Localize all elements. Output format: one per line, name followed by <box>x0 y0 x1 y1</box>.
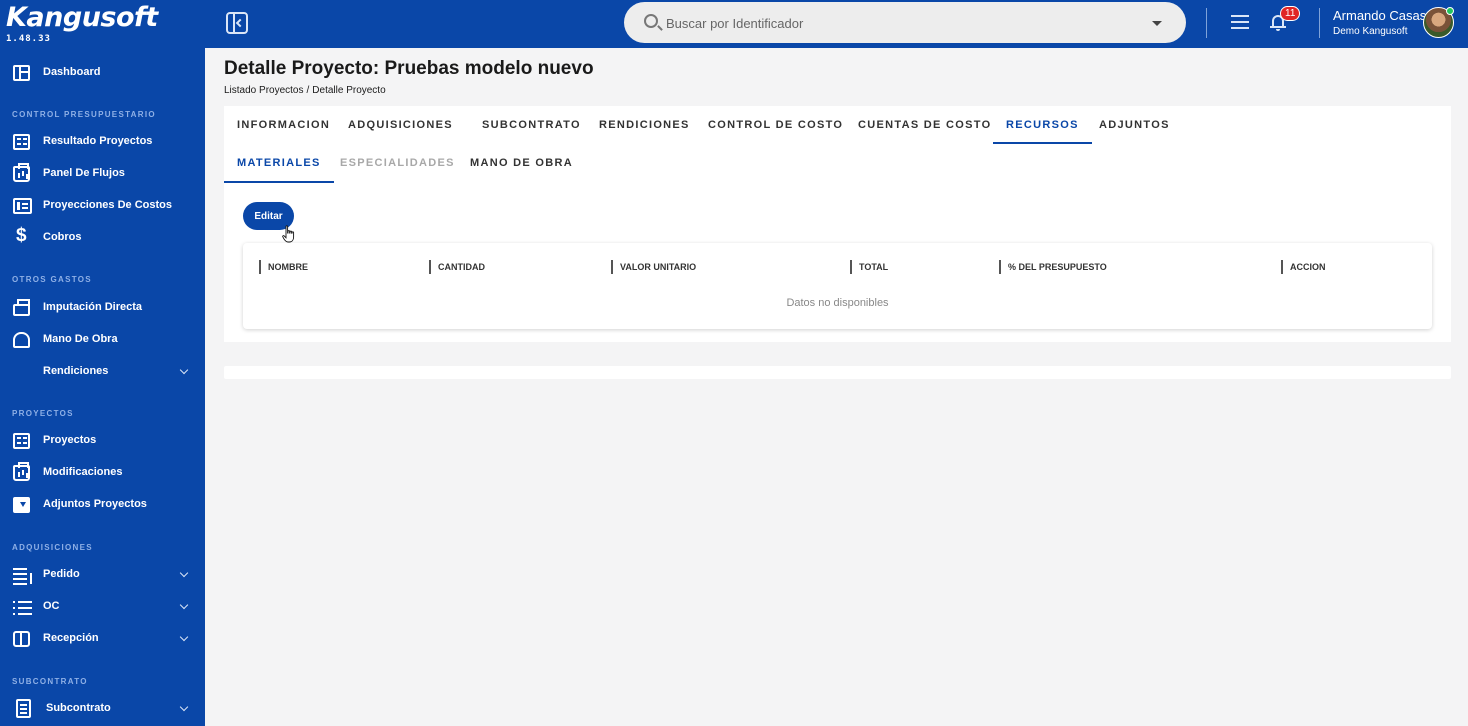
sidebar-section-title: PROYECTOS <box>12 409 74 418</box>
divider <box>1206 8 1207 38</box>
calculator-icon <box>13 433 30 449</box>
page-title: Detalle Proyecto: Pruebas modelo nuevo <box>224 58 594 79</box>
sidebar-item-resultado-proyectos[interactable]: Resultado Proyectos <box>0 128 205 156</box>
document-icon <box>16 699 31 718</box>
sidebar-item-imputacion-directa[interactable]: Imputación Directa <box>0 294 205 322</box>
sidebar-item-rendiciones[interactable]: Rendiciones <box>0 358 1451 386</box>
sidebar-item-label: Subcontrato <box>46 702 111 714</box>
tab-adquisiciones[interactable]: ADQUISICIONES <box>335 106 466 144</box>
archive-download-icon <box>13 497 30 513</box>
dashboard-icon <box>13 65 30 81</box>
hand-cursor-icon <box>282 225 295 243</box>
sidebar-item-label: Panel De Flujos <box>43 167 125 179</box>
project-detail-card: INFORMACION ADQUISICIONES SUBCONTRATO RE… <box>224 106 1451 342</box>
sidebar-item-label: Rendiciones <box>43 365 109 377</box>
sidebar-item-oc[interactable]: OC <box>0 593 205 621</box>
column-header[interactable]: % DEL PRESUPUESTO <box>999 260 1107 274</box>
projection-icon <box>13 198 32 214</box>
app-version: 1.48.33 <box>6 34 51 44</box>
sidebar-item-label: Dashboard <box>43 66 101 78</box>
sidebar-item-recepcion[interactable]: Recepción <box>0 625 205 653</box>
divider <box>1319 8 1320 38</box>
worker-icon <box>13 332 30 348</box>
sidebar-item-label: OC <box>43 600 60 612</box>
sidebar-item-pedido[interactable]: Pedido <box>0 561 205 589</box>
sidebar-item-label: Proyectos <box>43 434 97 446</box>
search-bar[interactable] <box>624 2 1186 43</box>
chevron-down-icon <box>179 632 189 642</box>
sidebar: Dashboard CONTROL PRESUPUESTARIO Resulta… <box>0 48 1451 726</box>
subtab-mano-obra[interactable]: MANO DE OBRA <box>457 144 586 183</box>
sidebar-item-subcontrato[interactable]: Subcontrato <box>0 695 205 723</box>
column-header[interactable]: NOMBRE <box>259 260 308 274</box>
chevron-down-icon <box>179 600 189 610</box>
tab-subcontrato[interactable]: SUBCONTRATO <box>469 106 594 144</box>
sidebar-item-label: Recepción <box>43 632 99 644</box>
sidebar-item-label: Mano De Obra <box>43 333 118 345</box>
clipboard-chart-icon <box>13 462 30 481</box>
top-bar: Kangusoft 1.48.33 11 Armando Casas Demo … <box>0 0 1468 48</box>
app-logo[interactable]: Kangusoft <box>6 2 158 33</box>
sidebar-section-title: CONTROL PRESUPUESTARIO <box>12 110 156 119</box>
sidebar-item-cobros[interactable]: $ Cobros <box>0 224 205 252</box>
tab-adjuntos[interactable]: ADJUNTOS <box>1086 106 1183 144</box>
empty-state-message: Datos no disponibles <box>786 297 889 309</box>
sidebar-item-proyectos[interactable]: Proyectos <box>0 427 205 455</box>
list-icon <box>13 567 32 584</box>
sidebar-item-label: Imputación Directa <box>43 301 143 313</box>
search-input[interactable] <box>666 12 1146 34</box>
user-name[interactable]: Armando Casas <box>1333 8 1426 23</box>
caret-down-icon[interactable] <box>1152 21 1162 26</box>
sidebar-item-label: Pedido <box>43 568 80 580</box>
sidebar-item-label: Modificaciones <box>43 466 123 478</box>
sidebar-section-title: SUBCONTRATO <box>12 677 88 686</box>
column-header[interactable]: ACCION <box>1281 260 1326 274</box>
breadcrumb-link[interactable]: Listado Proyectos <box>224 85 304 96</box>
chevron-down-icon <box>179 702 189 712</box>
breadcrumb-separator: / <box>306 85 310 96</box>
column-header[interactable]: TOTAL <box>850 260 888 274</box>
tab-control-costo[interactable]: CONTROL DE COSTO <box>695 106 856 144</box>
chevron-down-icon <box>179 365 189 375</box>
user-company: Demo Kangusoft <box>1333 26 1408 37</box>
breadcrumb-current: Detalle Proyecto <box>312 85 386 96</box>
sidebar-item-label: Proyecciones De Costos <box>43 199 172 211</box>
notification-badge: 11 <box>1280 6 1301 21</box>
dollar-icon: $ <box>16 225 27 246</box>
calculator-icon <box>13 134 30 150</box>
breadcrumb: Listado Proyectos / Detalle Proyecto <box>224 85 386 96</box>
sidebar-item-label: Cobros <box>43 231 82 243</box>
cash-register-icon <box>13 299 30 316</box>
online-status-dot <box>1446 7 1454 15</box>
sidebar-item-label: Adjuntos Proyectos <box>43 498 147 510</box>
package-icon <box>13 631 30 647</box>
tab-rendiciones[interactable]: RENDICIONES <box>586 106 703 144</box>
tab-informacion[interactable]: INFORMACION <box>224 106 343 144</box>
subtab-especialidades: ESPECIALIDADES <box>340 157 455 169</box>
clipboard-chart-icon <box>13 163 30 182</box>
materials-table: NOMBRE CANTIDAD VALOR UNITARIO TOTAL % D… <box>243 243 1432 329</box>
sidebar-section-title: ADQUISICIONES <box>12 543 93 552</box>
sidebar-item-dashboard[interactable]: Dashboard <box>0 59 205 87</box>
credit-card-icon <box>224 366 1451 379</box>
sidebar-toggle-icon[interactable] <box>226 12 248 34</box>
sidebar-item-mano-obra[interactable]: Mano De Obra <box>0 326 205 354</box>
column-header[interactable]: CANTIDAD <box>429 260 485 274</box>
sidebar-section-title: OTROS GASTOS <box>12 275 92 284</box>
column-header[interactable]: VALOR UNITARIO <box>611 260 696 274</box>
sidebar-item-modificaciones[interactable]: Modificaciones <box>0 459 205 487</box>
tab-cuentas-costo[interactable]: CUENTAS DE COSTO <box>845 106 1004 144</box>
checklist-icon <box>13 599 32 615</box>
sidebar-item-adjuntos-proyectos[interactable]: Adjuntos Proyectos <box>0 491 205 519</box>
tab-recursos[interactable]: RECURSOS <box>993 106 1092 144</box>
sidebar-item-label: Resultado Proyectos <box>43 135 153 147</box>
menu-icon[interactable] <box>1231 15 1249 30</box>
chevron-down-icon <box>179 568 189 578</box>
search-icon <box>644 14 658 28</box>
sidebar-item-panel-flujos[interactable]: Panel De Flujos <box>0 160 205 188</box>
sidebar-item-proyecciones-costos[interactable]: Proyecciones De Costos <box>0 192 205 220</box>
subtab-materiales[interactable]: MATERIALES <box>224 144 334 183</box>
